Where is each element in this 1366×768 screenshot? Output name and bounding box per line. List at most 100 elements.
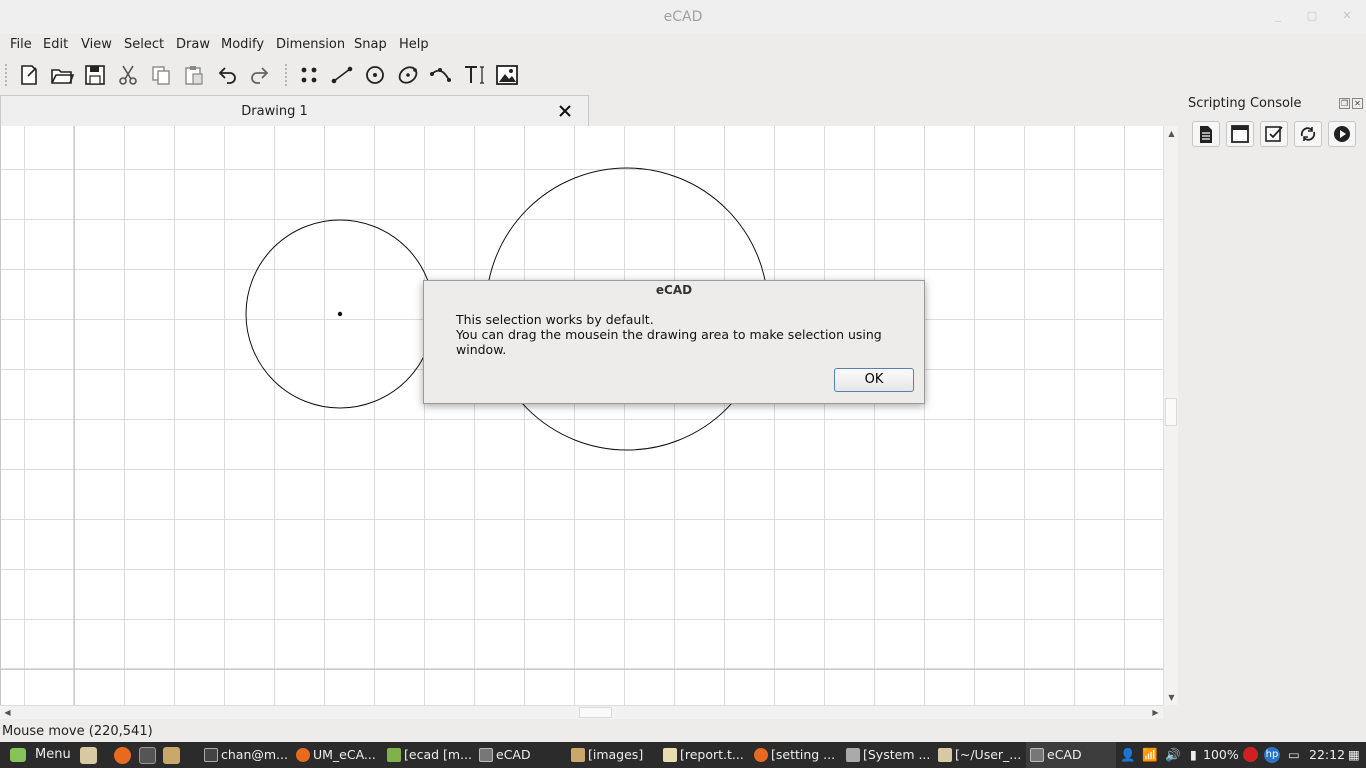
user-icon[interactable]: 👤: [1120, 747, 1136, 763]
toolbar-grip-2[interactable]: [285, 64, 289, 86]
window-titlebar: eCAD _ □ ✕: [0, 0, 1366, 34]
task-item[interactable]: [ecad [m...: [383, 742, 473, 768]
menu-modify[interactable]: Modify: [221, 37, 264, 52]
window-title: eCAD: [663, 9, 703, 25]
horizontal-scroll-thumb[interactable]: [579, 707, 612, 718]
horizontal-scrollbar[interactable]: ◀ ▶: [0, 705, 1163, 719]
scroll-right-icon[interactable]: ▶: [1150, 707, 1161, 718]
menu-snap[interactable]: Snap: [354, 37, 387, 52]
task-item[interactable]: UM_eCA...: [292, 742, 382, 768]
redo-icon[interactable]: [246, 61, 274, 89]
check-script-icon[interactable]: [1260, 121, 1288, 147]
scroll-up-icon[interactable]: ▲: [1166, 128, 1177, 139]
window-icon: [1030, 748, 1044, 762]
ellipse-icon[interactable]: [394, 61, 422, 89]
clock[interactable]: 22:12: [1309, 747, 1345, 763]
status-text: Mouse move (220,541): [2, 724, 153, 739]
scroll-left-icon[interactable]: ◀: [2, 707, 13, 718]
task-label: UM_eCA...: [313, 747, 376, 762]
task-label: [setting ...: [771, 747, 836, 762]
circle-icon[interactable]: [361, 61, 389, 89]
arc-icon[interactable]: [427, 61, 455, 89]
battery-icon[interactable]: ▮: [1190, 747, 1197, 763]
files-launcher-icon[interactable]: [163, 747, 180, 764]
start-menu-label: Menu: [35, 747, 71, 762]
dialog-title: eCAD: [655, 283, 693, 297]
network-icon[interactable]: ▦: [1348, 747, 1360, 763]
menu-file[interactable]: File: [10, 37, 32, 52]
text-editor-icon: [663, 748, 677, 762]
task-label: [report.t...: [680, 747, 744, 762]
document-tab-bar: Drawing 1: [0, 95, 1178, 126]
circle-center-point: [337, 311, 343, 317]
task-item[interactable]: [images]: [567, 742, 657, 768]
menu-draw[interactable]: Draw: [176, 37, 210, 52]
show-desktop-icon[interactable]: [80, 747, 97, 764]
vertical-scrollbar[interactable]: ▲ ▼: [1163, 126, 1178, 705]
toolbar-grip[interactable]: [5, 64, 9, 86]
new-icon[interactable]: [15, 61, 43, 89]
maximize-icon[interactable]: □: [1306, 10, 1318, 22]
task-item-active[interactable]: eCAD: [1026, 742, 1116, 768]
editor-icon: [938, 748, 952, 762]
task-item[interactable]: [System ...: [842, 742, 932, 768]
reload-script-icon[interactable]: [1294, 121, 1322, 147]
console-title: Scripting Console: [1188, 96, 1302, 111]
task-label: chan@m...: [221, 747, 288, 762]
window-icon: [479, 748, 493, 762]
drawing-canvas[interactable]: [0, 126, 1163, 705]
drawing-shapes: [1, 126, 1163, 705]
minimize-icon[interactable]: _: [1272, 10, 1284, 22]
task-item[interactable]: eCAD: [475, 742, 565, 768]
main-toolbar: [0, 58, 1366, 92]
volume-icon[interactable]: 🔊: [1165, 747, 1181, 763]
no-entry-icon[interactable]: [1243, 747, 1258, 762]
undo-icon[interactable]: [213, 61, 241, 89]
wifi-icon[interactable]: 📶: [1142, 747, 1158, 763]
menu-edit[interactable]: Edit: [43, 37, 68, 52]
open-icon[interactable]: [48, 61, 76, 89]
settings-tools-icon: [846, 748, 860, 762]
copy-icon[interactable]: [147, 61, 175, 89]
ok-button[interactable]: OK: [834, 368, 914, 392]
terminal-icon: [204, 748, 218, 762]
point-icon[interactable]: [295, 61, 323, 89]
terminal-launcher-icon[interactable]: [139, 747, 156, 764]
printer-icon[interactable]: ▭: [1288, 747, 1300, 763]
float-panel-icon[interactable]: ❐: [1339, 98, 1350, 109]
qt-creator-icon: [387, 748, 401, 762]
close-window-icon[interactable]: ✕: [1341, 10, 1353, 22]
dialog-message-line-1: This selection works by default.: [456, 312, 654, 327]
firefox-launcher-icon[interactable]: [114, 747, 131, 764]
task-label: [System ...: [863, 747, 931, 762]
menu-select[interactable]: Select: [124, 37, 164, 52]
run-script-icon[interactable]: [1328, 121, 1356, 147]
tab-drawing-1[interactable]: Drawing 1: [0, 95, 589, 126]
menu-bar: File Edit View Select Draw Modify Dimens…: [0, 34, 1366, 56]
image-icon[interactable]: [493, 61, 521, 89]
menu-view[interactable]: View: [81, 37, 112, 52]
task-item[interactable]: [setting ...: [750, 742, 840, 768]
script-file-icon[interactable]: [1192, 121, 1220, 147]
task-label: [~/User_...: [955, 747, 1022, 762]
task-label: eCAD: [1047, 747, 1082, 762]
close-tab-icon[interactable]: [556, 102, 574, 120]
info-dialog: eCAD This selection works by default. Yo…: [423, 280, 925, 404]
hp-icon[interactable]: hp: [1264, 747, 1280, 763]
scroll-down-icon[interactable]: ▼: [1166, 692, 1177, 703]
task-item[interactable]: [report.t...: [659, 742, 749, 768]
task-item[interactable]: chan@m...: [200, 742, 290, 768]
task-label: [ecad [m...: [404, 747, 472, 762]
menu-dimension[interactable]: Dimension: [276, 37, 345, 52]
scripting-console-panel: Scripting Console ❐ ✕: [1180, 92, 1366, 720]
close-panel-icon[interactable]: ✕: [1352, 98, 1363, 109]
task-item[interactable]: [~/User_...: [934, 742, 1024, 768]
line-icon[interactable]: [328, 61, 356, 89]
vertical-scroll-thumb[interactable]: [1165, 398, 1177, 426]
menu-help[interactable]: Help: [399, 37, 429, 52]
console-window-icon[interactable]: [1226, 121, 1254, 147]
cut-icon[interactable]: [114, 61, 142, 89]
save-icon[interactable]: [81, 61, 109, 89]
paste-icon[interactable]: [180, 61, 208, 89]
text-icon[interactable]: [460, 61, 488, 89]
